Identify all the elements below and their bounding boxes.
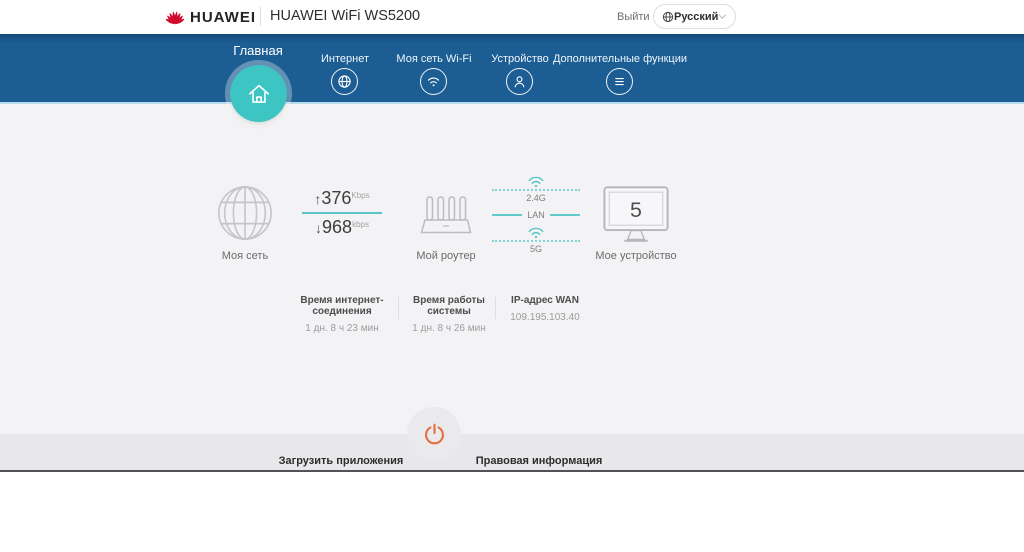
product-title: HUAWEI WiFi WS5200	[270, 8, 420, 24]
router-admin-page: HUAWEI HUAWEI WiFi WS5200 Выйти Русский …	[0, 0, 1024, 552]
stat-value: 1 дн. 8 ч 23 мин	[278, 323, 406, 334]
chevron-down-icon	[718, 13, 727, 20]
download-unit: kbps	[352, 220, 369, 229]
wifi-5g-icon	[527, 226, 545, 239]
stat-label: Время работы системы	[391, 295, 507, 317]
tab-home-active-circle[interactable]	[230, 65, 287, 122]
tab-more-functions[interactable]: Дополнительные функции	[553, 53, 687, 65]
device-monitor-icon[interactable]: 5	[602, 184, 670, 246]
person-icon	[512, 74, 527, 89]
download-arrow-icon: ↓	[315, 220, 322, 236]
stat-value: 1 дн. 8 ч 26 мин	[391, 323, 507, 334]
wifi-24g-icon	[527, 175, 545, 188]
footer-band: Загрузить приложения Правовая информация	[0, 434, 1024, 472]
download-speed: ↓968kbps	[298, 217, 386, 238]
logout-link[interactable]: Выйти	[617, 11, 650, 23]
stat-internet-uptime: Время интернет-соединения 1 дн. 8 ч 23 м…	[278, 295, 406, 334]
router-icon[interactable]	[419, 190, 473, 242]
tab-more-functions-icon-button[interactable]	[606, 68, 633, 95]
tab-internet[interactable]: Интернет	[321, 53, 369, 65]
link-wifi-24g: 2.4G	[492, 175, 580, 203]
menu-lines-icon	[612, 74, 627, 89]
home-icon	[245, 80, 273, 108]
stat-label: IP-адрес WAN	[497, 295, 593, 306]
tab-device[interactable]: Устройство	[491, 53, 549, 65]
power-icon	[422, 422, 447, 447]
device-label: Мое устройство	[586, 250, 686, 262]
lan-line-right	[550, 214, 580, 216]
language-selected-label: Русский	[674, 11, 718, 23]
dotted-link-line	[492, 189, 580, 191]
link-lan: LAN	[492, 210, 580, 220]
link-label-24g: 2.4G	[492, 193, 580, 203]
lan-line-left	[492, 214, 522, 216]
tab-my-wifi-icon-button[interactable]	[420, 68, 447, 95]
status-dashboard: Моя сеть ↑376Kbps ↓968kbps Мой роутер	[0, 104, 1024, 434]
tab-my-wifi[interactable]: Моя сеть Wi-Fi	[396, 53, 471, 65]
download-apps-link[interactable]: Загрузить приложения	[279, 455, 404, 467]
upload-unit: Kbps	[351, 191, 369, 200]
link-wifi-5g: 5G	[492, 226, 580, 254]
connection-links: 2.4G LAN 5G	[492, 175, 580, 254]
brand-name: HUAWEI	[190, 9, 256, 26]
stat-system-uptime: Время работы системы 1 дн. 8 ч 26 мин	[391, 295, 507, 334]
tab-internet-icon-button[interactable]	[331, 68, 358, 95]
huawei-logo-icon	[164, 6, 186, 27]
main-nav: Главная Интернет Моя сеть Wi-Fi	[0, 34, 1024, 104]
internet-network-icon	[216, 184, 274, 242]
network-label: Моя сеть	[205, 250, 285, 262]
upload-value: 376	[321, 188, 351, 208]
top-header: HUAWEI HUAWEI WiFi WS5200 Выйти Русский	[0, 0, 1024, 34]
stat-value: 109.195.103.40	[497, 312, 593, 323]
language-selector[interactable]: Русский	[653, 4, 736, 29]
legal-info-link[interactable]: Правовая информация	[476, 455, 603, 467]
power-button[interactable]	[407, 407, 461, 461]
router-label: Мой роутер	[396, 250, 496, 262]
dotted-link-line	[492, 240, 580, 242]
tab-device-icon-button[interactable]	[506, 68, 533, 95]
globe-icon	[662, 10, 674, 24]
stats-divider	[495, 297, 496, 319]
upload-speed: ↑376Kbps	[298, 188, 386, 209]
download-value: 968	[322, 217, 352, 237]
speed-divider-line	[302, 212, 382, 214]
wifi-icon	[426, 74, 441, 89]
stat-label: Время интернет-соединения	[278, 295, 406, 317]
link-label-5g: 5G	[492, 244, 580, 254]
stat-wan-ip: IP-адрес WAN 109.195.103.40	[497, 295, 593, 323]
header-divider	[260, 7, 261, 26]
speed-block: ↑376Kbps ↓968kbps	[298, 188, 386, 238]
link-label-lan: LAN	[527, 210, 545, 220]
device-count: 5	[630, 198, 642, 222]
tab-home[interactable]: Главная	[233, 43, 282, 58]
internet-globe-icon	[337, 74, 352, 89]
